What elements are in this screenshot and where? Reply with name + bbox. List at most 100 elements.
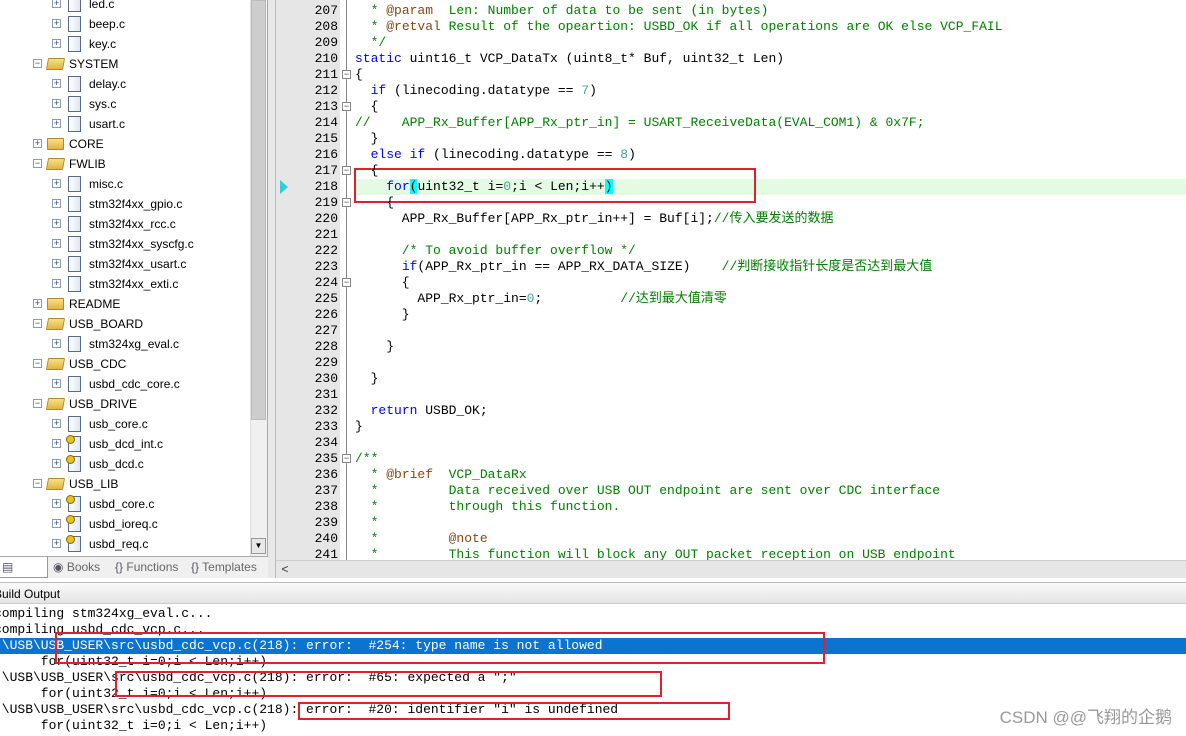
tree-item[interactable]: + CORE	[0, 134, 250, 154]
tree-item[interactable]: − SYSTEM	[0, 54, 250, 74]
code-line[interactable]: * @param Len: Number of data to be sent …	[355, 3, 769, 19]
fold-toggle-icon[interactable]: −	[342, 278, 351, 287]
tree-item[interactable]: + README	[0, 294, 250, 314]
expand-icon[interactable]: +	[52, 0, 61, 8]
code-line[interactable]: {	[355, 195, 394, 211]
tab-project[interactable]: ▤ Project	[0, 557, 48, 595]
expand-icon[interactable]: +	[52, 439, 61, 448]
expand-icon[interactable]: +	[33, 139, 42, 148]
tree-item[interactable]: + stm32f4xx_exti.c	[0, 274, 250, 294]
code-line[interactable]: }	[355, 419, 363, 435]
tree-item[interactable]: + sys.c	[0, 94, 250, 114]
tab-functions[interactable]: {} Functions	[112, 557, 186, 578]
code-line[interactable]: /* To avoid buffer overflow */	[355, 243, 636, 259]
tree-item[interactable]: + beep.c	[0, 14, 250, 34]
expand-icon[interactable]: +	[52, 199, 61, 208]
expand-icon[interactable]: +	[52, 539, 61, 548]
project-tree[interactable]: + led.c + beep.c + key.c − SYSTEM + delay.c + sys.c…	[0, 0, 268, 556]
code-line[interactable]: return USBD_OK;	[355, 403, 488, 419]
tree-item[interactable]: + stm32f4xx_syscfg.c	[0, 234, 250, 254]
expand-icon[interactable]: +	[52, 79, 61, 88]
code-line[interactable]: // APP_Rx_Buffer[APP_Rx_ptr_in] = USART_…	[355, 115, 925, 131]
tree-item[interactable]: + usb_dcd_int.c	[0, 434, 250, 454]
output-line[interactable]: compiling stm324xg_eval.c...	[0, 606, 1186, 622]
collapse-icon[interactable]: −	[33, 159, 42, 168]
collapse-icon[interactable]: −	[33, 479, 42, 488]
code-line[interactable]: * This function will block any OUT packe…	[355, 547, 956, 560]
code-line[interactable]: {	[355, 163, 379, 179]
scroll-down-button[interactable]: ▼	[251, 538, 266, 554]
code-line[interactable]: }	[355, 307, 410, 323]
tree-item[interactable]: + usbd_ioreq.c	[0, 514, 250, 534]
code-line[interactable]: */	[355, 35, 387, 51]
tree-item[interactable]: + misc.c	[0, 174, 250, 194]
tree-item[interactable]: + led.c	[0, 0, 250, 14]
expand-icon[interactable]: +	[52, 259, 61, 268]
tree-item[interactable]: − USB_BOARD	[0, 314, 250, 334]
tree-scrollbar-thumb[interactable]	[251, 0, 266, 420]
tab-templates[interactable]: {} Templates	[188, 557, 264, 578]
code-line[interactable]: }	[355, 339, 394, 355]
collapse-icon[interactable]: −	[33, 359, 42, 368]
fold-toggle-icon[interactable]: −	[342, 454, 351, 463]
collapse-icon[interactable]: −	[33, 319, 42, 328]
tree-item[interactable]: − USB_CDC	[0, 354, 250, 374]
code-line[interactable]: }	[355, 131, 379, 147]
code-line[interactable]: *	[355, 515, 379, 531]
expand-icon[interactable]: +	[52, 499, 61, 508]
expand-icon[interactable]: +	[52, 459, 61, 468]
code-line[interactable]: APP_Rx_ptr_in=0; //达到最大值清零	[355, 291, 726, 307]
code-line[interactable]: if (linecoding.datatype == 7)	[355, 83, 597, 99]
expand-icon[interactable]: +	[52, 519, 61, 528]
tab-books[interactable]: ◉ Books	[50, 557, 110, 578]
tree-item[interactable]: + usart.c	[0, 114, 250, 134]
fold-toggle-icon[interactable]: −	[342, 198, 351, 207]
tree-item[interactable]: + stm32f4xx_usart.c	[0, 254, 250, 274]
fold-toggle-icon[interactable]: −	[342, 70, 351, 79]
code-line[interactable]: * through this function.	[355, 499, 621, 515]
expand-icon[interactable]: +	[33, 299, 42, 308]
scroll-left-icon[interactable]: <	[276, 561, 294, 578]
tree-item[interactable]: + stm324xg_eval.c	[0, 334, 250, 354]
tree-item[interactable]: − FWLIB	[0, 154, 250, 174]
collapse-icon[interactable]: −	[33, 59, 42, 68]
tree-item[interactable]: + usb_core.c	[0, 414, 250, 434]
expand-icon[interactable]: +	[52, 379, 61, 388]
expand-icon[interactable]: +	[52, 279, 61, 288]
code-line[interactable]: }	[355, 371, 379, 387]
code-line[interactable]: * @note	[355, 531, 488, 547]
expand-icon[interactable]: +	[52, 219, 61, 228]
expand-icon[interactable]: +	[52, 119, 61, 128]
code-line[interactable]: APP_Rx_Buffer[APP_Rx_ptr_in++] = Buf[i];…	[355, 211, 834, 227]
code-line[interactable]: for(uint32_t i=0;i < Len;i++)	[355, 179, 613, 195]
code-line[interactable]: else if (linecoding.datatype == 8)	[355, 147, 636, 163]
code-editor[interactable]: 207 208 209 210 211 212 213 214 215 216 217 218 219 2…	[276, 0, 1186, 560]
code-line[interactable]: * Data received over USB OUT endpoint ar…	[355, 483, 941, 499]
fold-toggle-icon[interactable]: −	[342, 102, 351, 111]
tree-item[interactable]: − USB_DRIVE	[0, 394, 250, 414]
code-line[interactable]: {	[355, 67, 363, 83]
expand-icon[interactable]: +	[52, 179, 61, 188]
code-line[interactable]: * @retval Result of the opeartion: USBD_…	[355, 19, 1003, 35]
tree-item[interactable]: + usb_dcd.c	[0, 454, 250, 474]
tree-item[interactable]: + key.c	[0, 34, 250, 54]
tree-item[interactable]: + usbd_req.c	[0, 534, 250, 554]
expand-icon[interactable]: +	[52, 339, 61, 348]
code-line[interactable]: {	[355, 275, 410, 291]
code-line[interactable]: {	[355, 99, 379, 115]
tree-item[interactable]: + delay.c	[0, 74, 250, 94]
code-line[interactable]: if(APP_Rx_ptr_in == APP_RX_DATA_SIZE) //…	[355, 259, 932, 275]
code-line[interactable]: * @brief VCP_DataRx	[355, 467, 527, 483]
code-line[interactable]: static uint16_t VCP_DataTx (uint8_t* Buf…	[355, 51, 784, 67]
expand-icon[interactable]: +	[52, 239, 61, 248]
tree-item[interactable]: + usbd_core.c	[0, 494, 250, 514]
expand-icon[interactable]: +	[52, 419, 61, 428]
panel-splitter[interactable]	[268, 0, 276, 578]
fold-toggle-icon[interactable]: −	[342, 166, 351, 175]
expand-icon[interactable]: +	[52, 39, 61, 48]
tree-item[interactable]: − USB_LIB	[0, 474, 250, 494]
code-line[interactable]: /**	[355, 451, 378, 467]
tree-item[interactable]: + usbd_cdc_core.c	[0, 374, 250, 394]
expand-icon[interactable]: +	[52, 19, 61, 28]
editor-horizontal-scrollbar[interactable]: <	[276, 560, 1186, 578]
